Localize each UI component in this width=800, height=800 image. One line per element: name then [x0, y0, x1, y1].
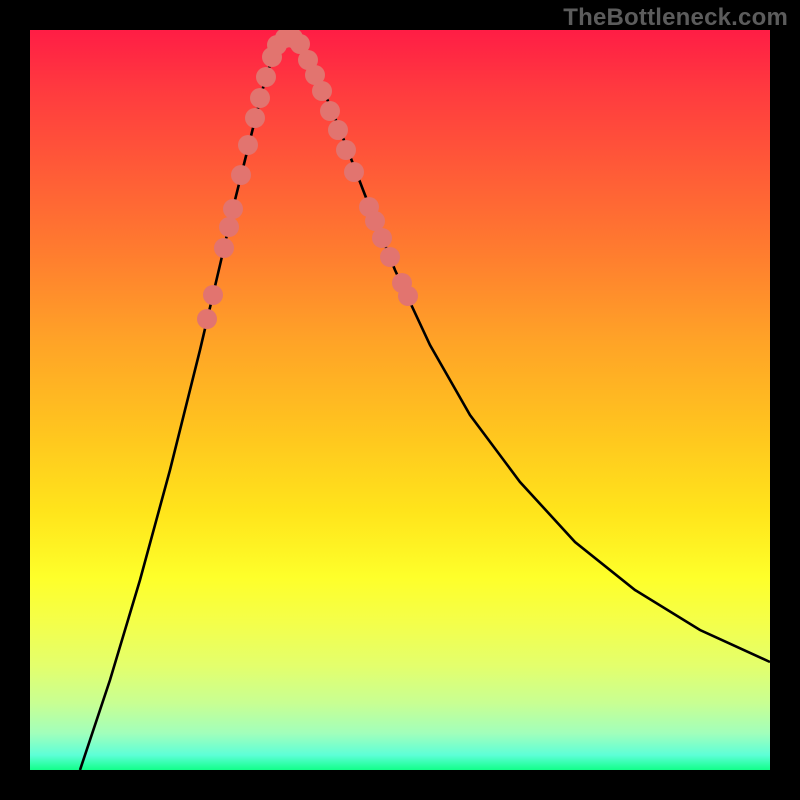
chart-marker: [344, 162, 364, 182]
chart-marker: [214, 238, 234, 258]
chart-marker: [223, 199, 243, 219]
chart-marker: [238, 135, 258, 155]
bottleneck-curve: [80, 38, 770, 770]
chart-marker: [320, 101, 340, 121]
chart-marker: [231, 165, 251, 185]
chart-marker: [380, 247, 400, 267]
chart-marker: [312, 81, 332, 101]
chart-marker: [250, 88, 270, 108]
chart-marker: [245, 108, 265, 128]
chart-marker: [256, 67, 276, 87]
chart-marker: [398, 286, 418, 306]
chart-svg: [30, 30, 770, 770]
chart-markers: [197, 30, 418, 329]
chart-marker: [372, 228, 392, 248]
chart-marker: [219, 217, 239, 237]
chart-frame: [0, 0, 800, 800]
watermark-text: TheBottleneck.com: [563, 4, 788, 32]
chart-marker: [328, 120, 348, 140]
chart-marker: [336, 140, 356, 160]
chart-marker: [197, 309, 217, 329]
chart-marker: [203, 285, 223, 305]
chart-plot-area: [30, 30, 770, 770]
